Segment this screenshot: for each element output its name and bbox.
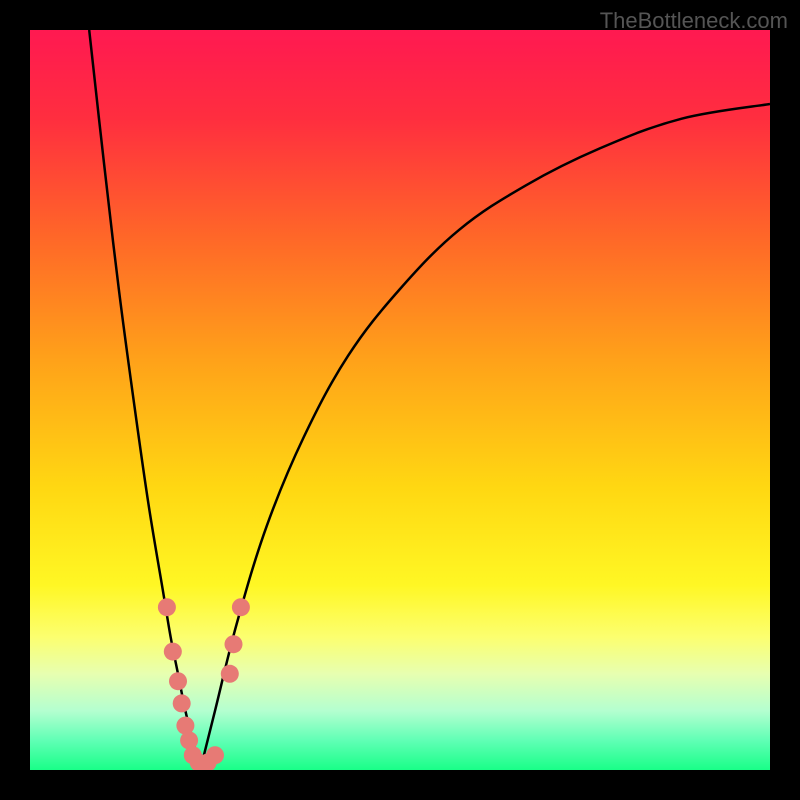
marker-point [164, 643, 182, 661]
marker-point [232, 598, 250, 616]
marker-point [221, 665, 239, 683]
marker-point [169, 672, 187, 690]
marker-point [225, 635, 243, 653]
watermark-text: TheBottleneck.com [600, 8, 788, 34]
chart-area [30, 30, 770, 770]
marker-point [206, 746, 224, 764]
right-curve [200, 104, 770, 770]
left-curve [89, 30, 200, 770]
marker-point [158, 598, 176, 616]
curve-overlay [30, 30, 770, 770]
marker-point [173, 694, 191, 712]
